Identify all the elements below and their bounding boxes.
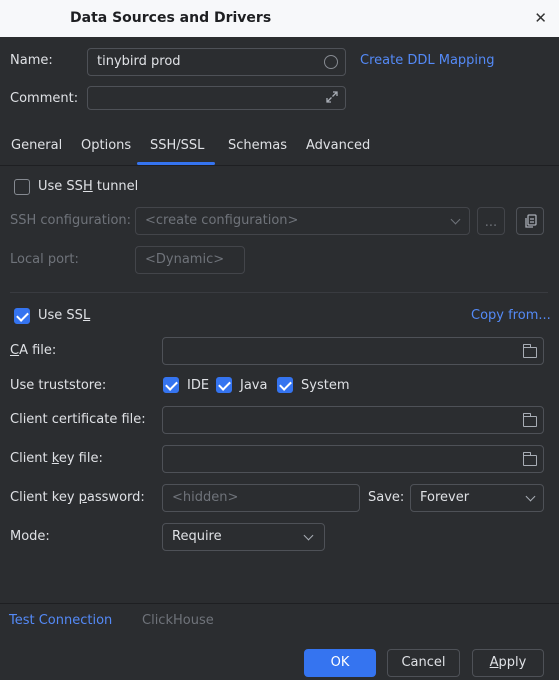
save-value: Forever	[420, 490, 470, 505]
ca-file-label: CA file:	[10, 343, 57, 358]
folder-icon[interactable]	[522, 413, 537, 427]
truststore-java-label: Java	[240, 378, 268, 393]
password-placeholder: <hidden>	[172, 490, 239, 505]
use-ssh-tunnel-checkbox[interactable]	[14, 179, 30, 195]
folder-icon[interactable]	[522, 344, 537, 358]
ssh-more-button[interactable]: ...	[477, 207, 505, 235]
local-port-input[interactable]: <Dynamic>	[135, 246, 245, 274]
folder-icon[interactable]	[522, 452, 537, 466]
comment-input[interactable]	[87, 86, 346, 110]
client-key-file-label: Client key file:	[10, 451, 103, 466]
tab-schemas[interactable]: Schemas	[228, 138, 287, 153]
tab-advanced[interactable]: Advanced	[306, 138, 370, 153]
mode-label: Mode:	[10, 529, 50, 544]
tab-options[interactable]: Options	[81, 138, 131, 153]
save-label: Save:	[368, 490, 405, 505]
title-bar: Data Sources and Drivers ✕	[0, 0, 559, 37]
chevron-down-icon	[303, 530, 314, 541]
save-select[interactable]: Forever	[410, 484, 544, 512]
dialog-footer: Test Connection ClickHouse OK Cancel App…	[0, 603, 559, 680]
copy-from-link[interactable]: Copy from...	[471, 308, 551, 323]
ok-button[interactable]: OK	[304, 649, 376, 677]
chevron-down-icon	[525, 491, 536, 502]
client-certificate-file-input[interactable]	[162, 406, 544, 434]
name-label: Name:	[10, 53, 53, 68]
use-ssl-label: Use SSL	[38, 308, 91, 323]
mode-select[interactable]: Require	[162, 523, 325, 551]
local-port-label: Local port:	[10, 252, 79, 267]
tabs-divider	[0, 165, 559, 166]
truststore-system-label: System	[301, 378, 350, 393]
truststore-ide-checkbox[interactable]	[163, 377, 179, 393]
client-key-password-label: Client key password:	[10, 490, 145, 505]
truststore-ide-label: IDE	[187, 378, 210, 393]
use-ssl-checkbox[interactable]	[14, 308, 30, 324]
section-separator	[10, 292, 548, 293]
mode-value: Require	[172, 529, 222, 544]
close-icon[interactable]: ✕	[534, 9, 547, 27]
ssh-configuration-select[interactable]: <create configuration>	[135, 207, 470, 235]
local-port-placeholder: <Dynamic>	[145, 252, 225, 267]
comment-label: Comment:	[10, 91, 79, 106]
truststore-system-checkbox[interactable]	[277, 377, 293, 393]
truststore-java-checkbox[interactable]	[216, 377, 232, 393]
client-certificate-file-label: Client certificate file:	[10, 412, 146, 427]
cancel-button[interactable]: Cancel	[387, 649, 460, 677]
apply-button[interactable]: Apply	[472, 649, 544, 677]
test-connection-link[interactable]: Test Connection	[9, 613, 112, 628]
create-ddl-mapping-link[interactable]: Create DDL Mapping	[360, 53, 495, 68]
client-key-password-input[interactable]: <hidden>	[162, 484, 360, 512]
chevron-down-icon	[450, 214, 461, 225]
ca-file-input[interactable]	[162, 337, 544, 365]
expand-icon[interactable]	[325, 90, 339, 104]
tab-ssh-ssl[interactable]: SSH/SSL	[150, 138, 204, 153]
window-title: Data Sources and Drivers	[70, 10, 272, 26]
client-key-file-input[interactable]	[162, 445, 544, 473]
ssh-configuration-value: <create configuration>	[145, 213, 299, 228]
tab-general[interactable]: General	[11, 138, 62, 153]
driver-label: ClickHouse	[142, 613, 214, 628]
copy-icon	[525, 214, 537, 228]
use-ssh-tunnel-label: Use SSH tunnel	[38, 179, 139, 194]
copy-config-button[interactable]	[516, 207, 544, 235]
use-truststore-label: Use truststore:	[10, 378, 107, 393]
name-input[interactable]: tinybird prod	[87, 48, 346, 76]
name-value: tinybird prod	[97, 54, 181, 69]
ssh-configuration-label: SSH configuration:	[10, 213, 132, 228]
color-circle-icon[interactable]	[324, 55, 338, 69]
